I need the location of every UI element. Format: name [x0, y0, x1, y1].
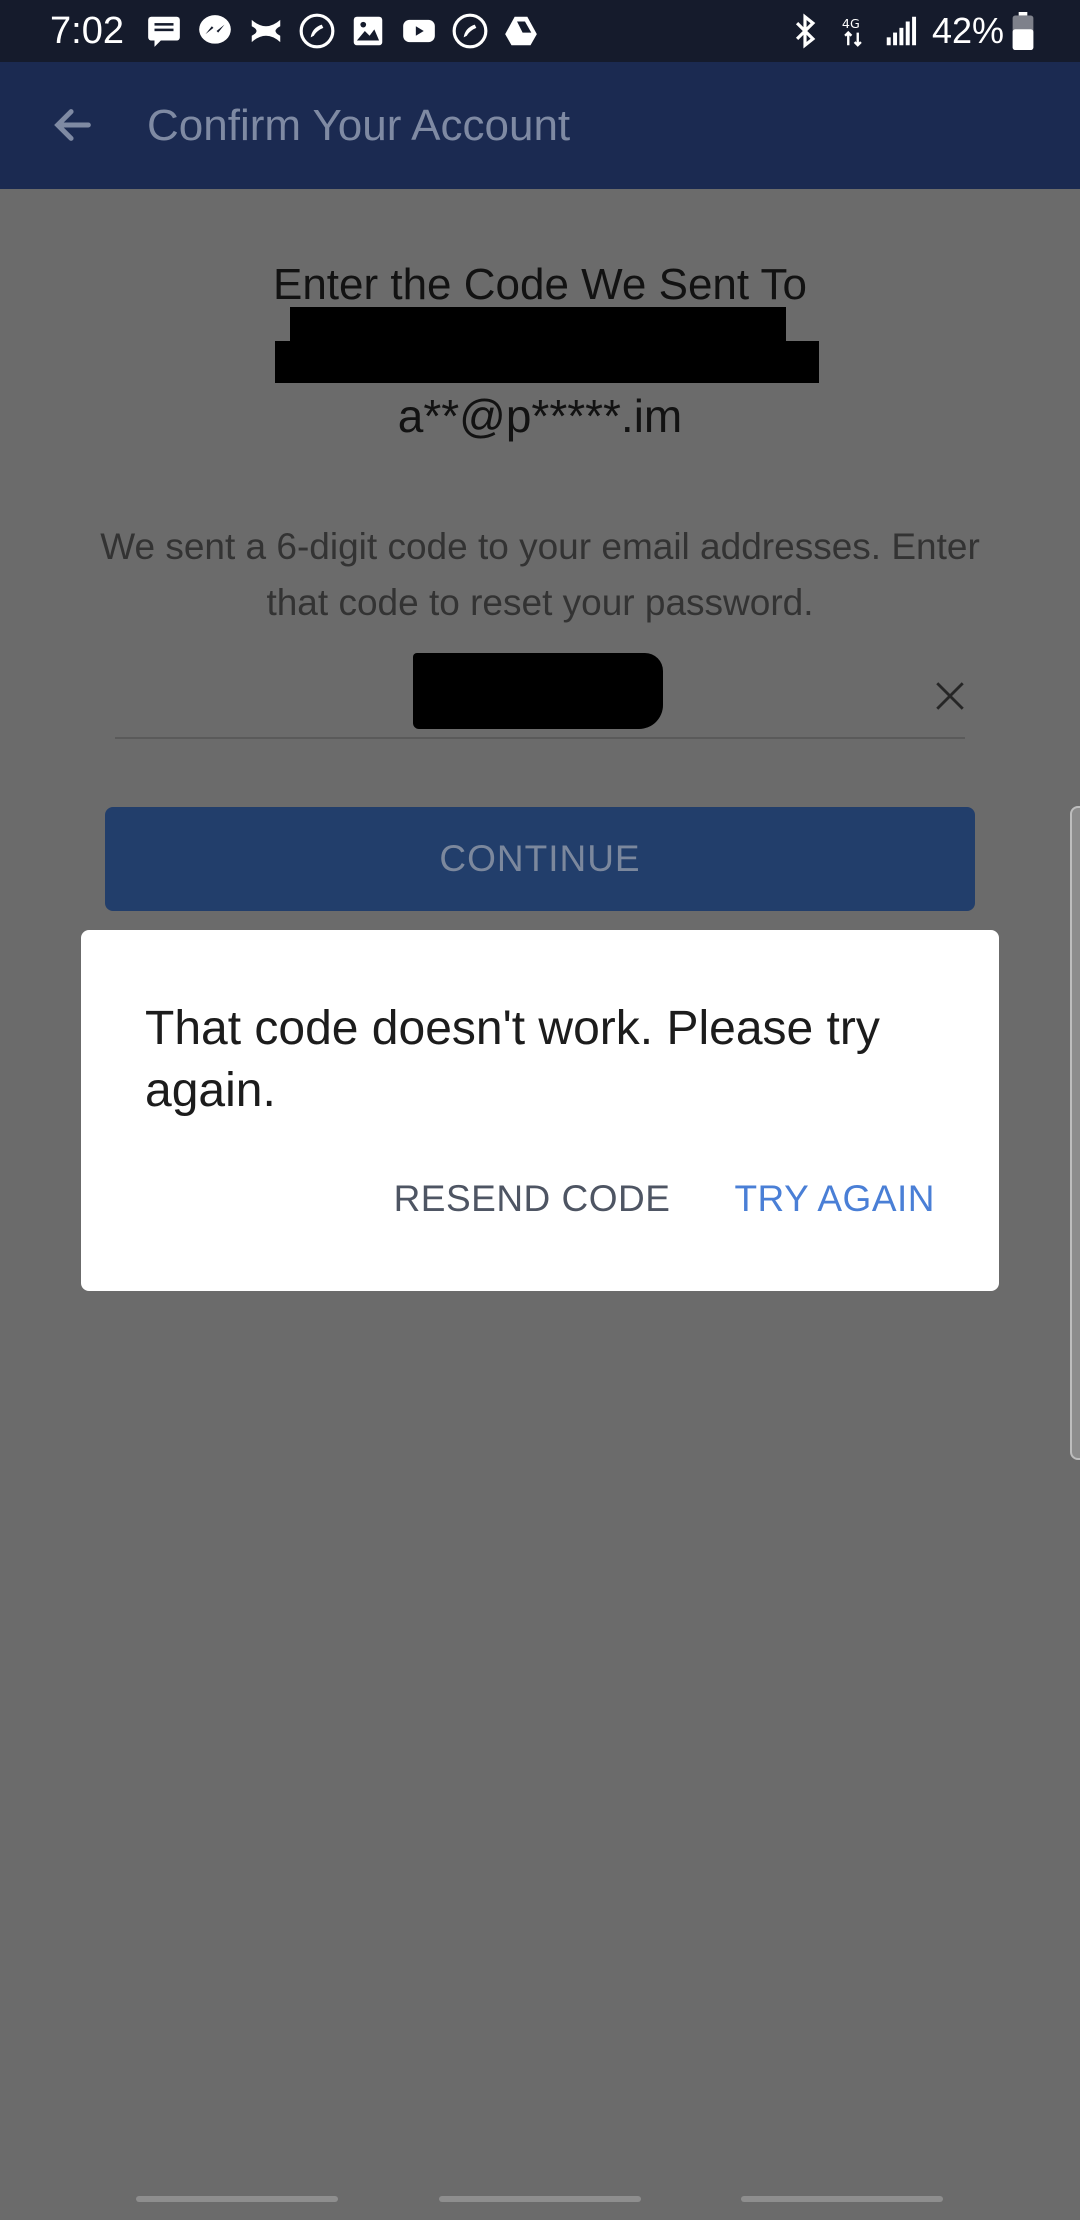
drive-icon: [505, 16, 537, 46]
status-time: 7:02: [50, 10, 124, 52]
svg-text:4G: 4G: [842, 16, 860, 31]
notification-icons: [145, 12, 553, 50]
code-heading: Enter the Code We Sent To: [272, 260, 808, 309]
app-bar: Confirm Your Account: [0, 62, 1080, 189]
bluetooth-icon: [795, 13, 816, 49]
nav-recents-hint[interactable]: [136, 2196, 338, 2202]
code-field[interactable]: [115, 649, 965, 739]
phone-icon: [299, 13, 335, 49]
bow-app-icon: [251, 19, 281, 43]
nav-home-hint[interactable]: [439, 2196, 641, 2202]
error-dialog: That code doesn't work. Please try again…: [81, 930, 999, 1291]
scrollbar[interactable]: [1070, 806, 1080, 1460]
4g-lte-icon: 4G: [842, 16, 862, 47]
nav-back-hint[interactable]: [741, 2196, 943, 2202]
battery-percent: 42%: [931, 10, 1004, 51]
message-icon: [148, 16, 180, 47]
arrow-left-icon[interactable]: [50, 102, 96, 148]
close-icon[interactable]: [933, 679, 967, 713]
redaction-bar: [275, 341, 819, 383]
masked-email: a**@p*****.im: [397, 390, 683, 442]
try-again-button[interactable]: TRY AGAIN: [734, 1178, 935, 1220]
instructions-text: We sent a 6-digit code to your email add…: [100, 526, 980, 623]
battery-icon: [1012, 12, 1034, 50]
phone-icon: [452, 13, 488, 49]
resend-code-button[interactable]: RESEND CODE: [394, 1178, 671, 1220]
signal-icon: [886, 16, 916, 46]
dialog-actions: RESEND CODE TRY AGAIN: [394, 1178, 935, 1220]
redaction-bar: [413, 653, 663, 729]
gallery-icon: [353, 16, 383, 46]
status-bar: 7:02 4G 42%: [0, 0, 1080, 62]
messenger-icon: [199, 15, 231, 44]
system-status: 4G 42%: [786, 10, 1034, 52]
page-title: Confirm Your Account: [147, 101, 571, 150]
youtube-icon: [403, 19, 435, 43]
dialog-message: That code doesn't work. Please try again…: [145, 1002, 880, 1117]
continue-button[interactable]: CONTINUE: [105, 807, 975, 911]
